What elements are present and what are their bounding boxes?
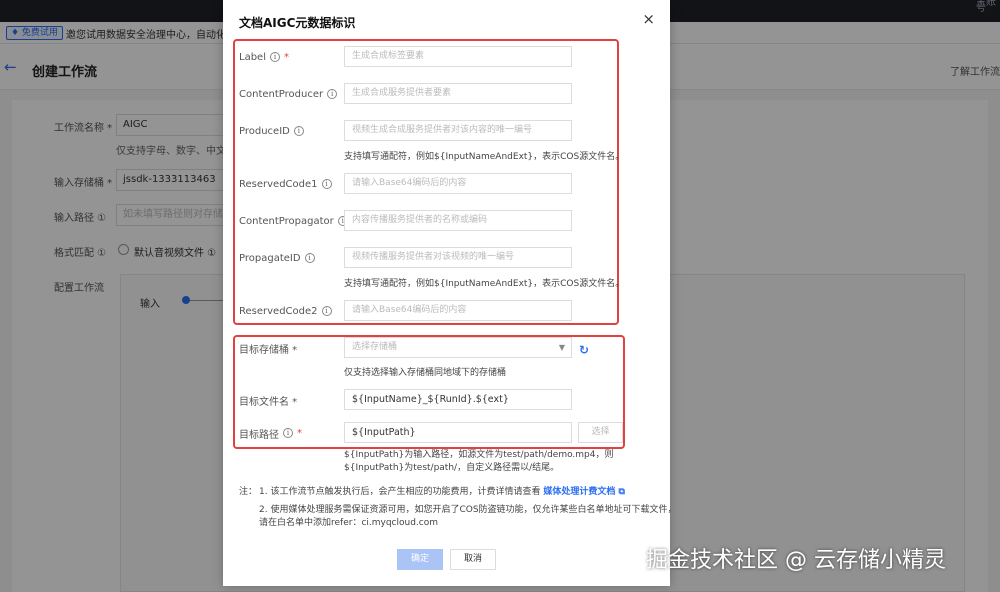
propagate-id-label: PropagateID i [239,251,315,265]
content-propagator-input[interactable]: 内容传播服务提供者的名称或编码 [344,210,572,231]
watermark-text: 掘金技术社区 @ 云存储小精灵 [646,548,946,573]
reserved-code2-input[interactable]: 请输入Base64编码后的内容 [344,300,572,321]
target-path-description: ${InputPath}为输入路径，如源文件为test/path/demo.mp… [344,450,614,473]
content-producer-label: ContentProducer i [239,87,338,101]
dialog-title: 文档AIGC元数据标识 [239,16,356,30]
info-icon[interactable]: i [293,126,304,136]
content-producer-input[interactable]: 生成合成服务提供者要素 [344,83,572,104]
note-line-1: 1. 该工作流节点触发执行后，会产生相应的功能费用，计费详情请查看 媒体处理计费… [259,486,625,499]
label-text: Label [239,51,266,63]
choose-path-button[interactable]: 选择 [578,422,623,443]
propagate-id-hint: 支持填写通配符，例如${InputNameAndExt}，表示COS源文件名。 [344,279,625,289]
notes-prefix: 注： [239,487,258,497]
produce-id-label: ProduceID i [239,124,304,138]
label-input[interactable]: 生成合成标签要素 [344,46,572,67]
info-icon[interactable]: i [283,428,293,438]
target-filename-label: 目标文件名 * [239,396,298,408]
info-icon[interactable]: i [327,89,338,99]
confirm-button[interactable]: 确定 [397,549,443,570]
target-filename-input[interactable]: ${InputName}_${RunId}.${ext} [344,389,572,410]
reserved-code1-label: ReservedCode1 i [239,177,332,191]
target-bucket-hint: 仅支持选择输入存储桶同地域下的存储桶 [344,368,507,378]
target-path-label: 目标路径 i * [239,426,302,441]
target-bucket-placeholder: 选择存储桶 [352,342,398,352]
reserved-code2-label: ReservedCode2 i [239,304,332,318]
reserved-code1-input[interactable]: 请输入Base64编码后的内容 [344,173,572,194]
label-text: ProduceID [239,125,290,137]
target-bucket-select[interactable]: 选择存储桶 ▼ [344,337,572,358]
chevron-down-icon: ▼ [558,343,565,352]
propagate-id-input[interactable]: 视频传播服务提供者对该视频的唯一编号 [344,247,572,268]
label-text: ContentPropagator [239,215,334,227]
aigc-metadata-dialog: 文档AIGC元数据标识 × Label i * 生成合成标签要素 Content… [223,0,677,586]
info-icon[interactable]: i [321,306,332,316]
info-icon[interactable]: i [321,179,332,189]
note-line-1-text: 1. 该工作流节点触发执行后，会产生相应的功能费用，计费详情请查看 [259,487,541,497]
info-icon[interactable]: i [304,253,315,263]
label-text: ReservedCode1 [239,178,318,190]
produce-id-input[interactable]: 视频生成合成服务提供者对该内容的唯一编号 [344,120,572,141]
note-line-2: 2. 使用媒体处理服务需保证资源可用，如您开启了COS防盗链功能，仅允许某些白名… [259,505,677,515]
required-mark: * [283,51,289,63]
required-mark: * [297,427,302,439]
note-line-3: 请在白名单中添加refer：ci.myqcloud.com [259,518,439,528]
info-icon[interactable]: i [269,52,280,62]
target-path-input[interactable]: ${InputPath} [344,422,572,443]
label-text: ContentProducer [239,88,324,100]
label-text: ReservedCode2 [239,305,318,317]
target-bucket-label: 目标存储桶 * [239,344,298,356]
label-field-label: Label i * [239,50,289,64]
refresh-icon[interactable]: ↻ [579,343,589,357]
label-text: 目标路径 [239,429,279,441]
cancel-button[interactable]: 取消 [450,549,496,570]
label-text: PropagateID [239,252,301,264]
close-icon[interactable]: × [642,10,655,28]
billing-doc-link[interactable]: 媒体处理计费文档 ⧉ [543,487,625,497]
produce-id-hint: 支持填写通配符，例如${InputNameAndExt}，表示COS源文件名。 [344,152,625,162]
content-propagator-label: ContentPropagator i [239,214,348,228]
